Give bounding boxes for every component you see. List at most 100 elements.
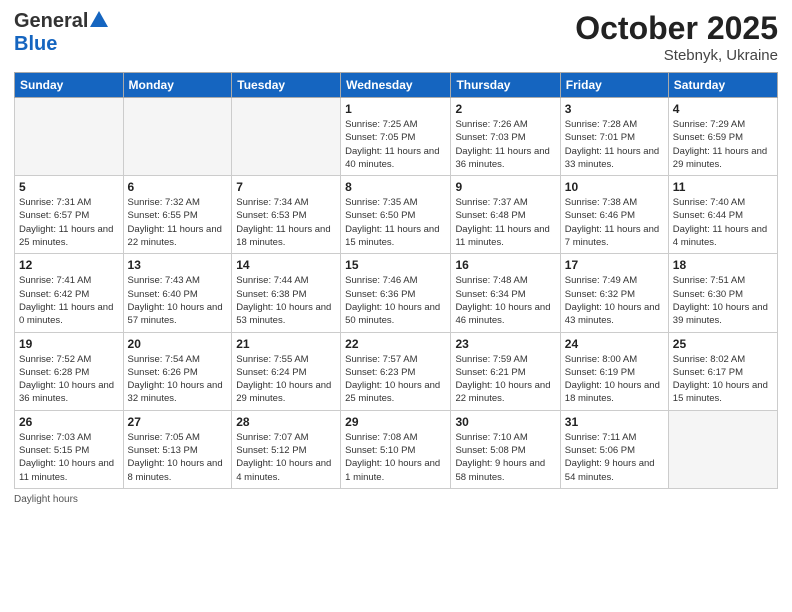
calendar-cell: 25 Sunrise: 8:02 AM Sunset: 6:17 PM Dayli… <box>668 332 777 410</box>
calendar-cell: 24Sunrise: 8:00 AM Sunset: 6:19 PM Dayli… <box>560 332 668 410</box>
calendar-cell <box>668 410 777 488</box>
header-friday: Friday <box>560 73 668 98</box>
calendar-cell: 10 Sunrise: 7:38 AM Sunset: 6:46 PM Dayli… <box>560 176 668 254</box>
calendar-cell: 20 Sunrise: 7:54 AM Sunset: 6:26 PM Dayli… <box>123 332 232 410</box>
day-number: 12 <box>19 258 119 272</box>
day-info: Sunrise: 7:40 AM Sunset: 6:44 PM Dayligh… <box>673 196 773 249</box>
calendar-cell: 30Sunrise: 7:10 AM Sunset: 5:08 PM Dayli… <box>451 410 560 488</box>
day-info: Sunrise: 7:31 AM Sunset: 6:57 PM Dayligh… <box>19 196 119 249</box>
day-number: 7 <box>236 180 336 194</box>
calendar-cell: 19Sunrise: 7:52 AM Sunset: 6:28 PM Dayli… <box>15 332 124 410</box>
day-number: 31 <box>565 415 664 429</box>
day-number: 22 <box>345 337 446 351</box>
month-title: October 2025 <box>575 10 778 47</box>
day-number: 13 <box>128 258 228 272</box>
calendar-cell: 22 Sunrise: 7:57 AM Sunset: 6:23 PM Dayli… <box>341 332 451 410</box>
footer: Daylight hours <box>14 494 778 505</box>
logo: General Blue <box>14 10 108 56</box>
weekday-header-row: Sunday Monday Tuesday Wednesday Thursday… <box>15 73 778 98</box>
calendar-cell <box>15 98 124 176</box>
calendar-week-row: 1 Sunrise: 7:25 AM Sunset: 7:05 PM Daylig… <box>15 98 778 176</box>
day-info: Sunrise: 7:03 AM Sunset: 5:15 PM Dayligh… <box>19 431 119 484</box>
day-info: Sunrise: 7:11 AM Sunset: 5:06 PM Dayligh… <box>565 431 664 484</box>
day-number: 10 <box>565 180 664 194</box>
calendar-cell: 16Sunrise: 7:48 AM Sunset: 6:34 PM Dayli… <box>451 254 560 332</box>
calendar-cell: 13Sunrise: 7:43 AM Sunset: 6:40 PM Dayli… <box>123 254 232 332</box>
daylight-hours-label: Daylight hours <box>14 494 78 505</box>
day-info: Sunrise: 7:44 AM Sunset: 6:38 PM Dayligh… <box>236 274 336 327</box>
day-number: 8 <box>345 180 446 194</box>
header-tuesday: Tuesday <box>232 73 341 98</box>
day-info: Sunrise: 7:32 AM Sunset: 6:55 PM Dayligh… <box>128 196 228 249</box>
day-number: 14 <box>236 258 336 272</box>
calendar-cell: 23Sunrise: 7:59 AM Sunset: 6:21 PM Dayli… <box>451 332 560 410</box>
day-info: Sunrise: 7:41 AM Sunset: 6:42 PM Dayligh… <box>19 274 119 327</box>
day-info: Sunrise: 7:54 AM Sunset: 6:26 PM Dayligh… <box>128 353 228 406</box>
day-info: Sunrise: 7:28 AM Sunset: 7:01 PM Dayligh… <box>565 118 664 171</box>
calendar-cell: 3 Sunrise: 7:28 AM Sunset: 7:01 PM Daylig… <box>560 98 668 176</box>
day-info: Sunrise: 7:59 AM Sunset: 6:21 PM Dayligh… <box>455 353 555 406</box>
calendar-cell <box>123 98 232 176</box>
header-monday: Monday <box>123 73 232 98</box>
day-number: 3 <box>565 102 664 116</box>
day-number: 20 <box>128 337 228 351</box>
day-number: 25 <box>673 337 773 351</box>
day-number: 2 <box>455 102 555 116</box>
header: General Blue October 2025 Stebnyk, Ukrai… <box>14 10 778 64</box>
day-info: Sunrise: 7:57 AM Sunset: 6:23 PM Dayligh… <box>345 353 446 406</box>
calendar-week-row: 5 Sunrise: 7:31 AM Sunset: 6:57 PM Daylig… <box>15 176 778 254</box>
day-number: 17 <box>565 258 664 272</box>
day-info: Sunrise: 7:49 AM Sunset: 6:32 PM Dayligh… <box>565 274 664 327</box>
day-info: Sunrise: 8:02 AM Sunset: 6:17 PM Dayligh… <box>673 353 773 406</box>
calendar-cell: 17 Sunrise: 7:49 AM Sunset: 6:32 PM Dayli… <box>560 254 668 332</box>
day-number: 30 <box>455 415 555 429</box>
header-sunday: Sunday <box>15 73 124 98</box>
day-number: 11 <box>673 180 773 194</box>
day-info: Sunrise: 7:07 AM Sunset: 5:12 PM Dayligh… <box>236 431 336 484</box>
calendar-cell: 14 Sunrise: 7:44 AM Sunset: 6:38 PM Dayli… <box>232 254 341 332</box>
day-number: 24 <box>565 337 664 351</box>
day-number: 19 <box>19 337 119 351</box>
calendar-cell: 5 Sunrise: 7:31 AM Sunset: 6:57 PM Daylig… <box>15 176 124 254</box>
day-number: 5 <box>19 180 119 194</box>
day-info: Sunrise: 7:35 AM Sunset: 6:50 PM Dayligh… <box>345 196 446 249</box>
calendar-cell: 31 Sunrise: 7:11 AM Sunset: 5:06 PM Dayli… <box>560 410 668 488</box>
calendar-cell: 4Sunrise: 7:29 AM Sunset: 6:59 PM Daylig… <box>668 98 777 176</box>
day-info: Sunrise: 7:51 AM Sunset: 6:30 PM Dayligh… <box>673 274 773 327</box>
logo-triangle-icon <box>90 11 108 32</box>
day-number: 15 <box>345 258 446 272</box>
calendar-cell: 11 Sunrise: 7:40 AM Sunset: 6:44 PM Dayli… <box>668 176 777 254</box>
calendar-week-row: 26 Sunrise: 7:03 AM Sunset: 5:15 PM Dayli… <box>15 410 778 488</box>
day-info: Sunrise: 7:34 AM Sunset: 6:53 PM Dayligh… <box>236 196 336 249</box>
day-number: 1 <box>345 102 446 116</box>
calendar-week-row: 19Sunrise: 7:52 AM Sunset: 6:28 PM Dayli… <box>15 332 778 410</box>
calendar-week-row: 12 Sunrise: 7:41 AM Sunset: 6:42 PM Dayli… <box>15 254 778 332</box>
calendar-cell: 29Sunrise: 7:08 AM Sunset: 5:10 PM Dayli… <box>341 410 451 488</box>
calendar-cell: 12 Sunrise: 7:41 AM Sunset: 6:42 PM Dayli… <box>15 254 124 332</box>
day-number: 6 <box>128 180 228 194</box>
calendar-cell: 7 Sunrise: 7:34 AM Sunset: 6:53 PM Daylig… <box>232 176 341 254</box>
calendar-cell: 28 Sunrise: 7:07 AM Sunset: 5:12 PM Dayli… <box>232 410 341 488</box>
calendar-cell: 27 Sunrise: 7:05 AM Sunset: 5:13 PM Dayli… <box>123 410 232 488</box>
logo-blue-text: Blue <box>14 33 57 55</box>
header-saturday: Saturday <box>668 73 777 98</box>
day-number: 18 <box>673 258 773 272</box>
day-info: Sunrise: 7:25 AM Sunset: 7:05 PM Dayligh… <box>345 118 446 171</box>
day-info: Sunrise: 7:26 AM Sunset: 7:03 PM Dayligh… <box>455 118 555 171</box>
day-number: 26 <box>19 415 119 429</box>
calendar-cell: 1 Sunrise: 7:25 AM Sunset: 7:05 PM Daylig… <box>341 98 451 176</box>
day-info: Sunrise: 7:38 AM Sunset: 6:46 PM Dayligh… <box>565 196 664 249</box>
calendar-cell: 18 Sunrise: 7:51 AM Sunset: 6:30 PM Dayli… <box>668 254 777 332</box>
day-info: Sunrise: 7:37 AM Sunset: 6:48 PM Dayligh… <box>455 196 555 249</box>
day-info: Sunrise: 7:46 AM Sunset: 6:36 PM Dayligh… <box>345 274 446 327</box>
day-number: 4 <box>673 102 773 116</box>
day-info: Sunrise: 7:05 AM Sunset: 5:13 PM Dayligh… <box>128 431 228 484</box>
day-number: 28 <box>236 415 336 429</box>
calendar-cell: 8 Sunrise: 7:35 AM Sunset: 6:50 PM Daylig… <box>341 176 451 254</box>
day-number: 29 <box>345 415 446 429</box>
day-number: 27 <box>128 415 228 429</box>
day-number: 16 <box>455 258 555 272</box>
day-number: 9 <box>455 180 555 194</box>
calendar-cell: 15 Sunrise: 7:46 AM Sunset: 6:36 PM Dayli… <box>341 254 451 332</box>
page: General Blue October 2025 Stebnyk, Ukrai… <box>0 0 792 612</box>
